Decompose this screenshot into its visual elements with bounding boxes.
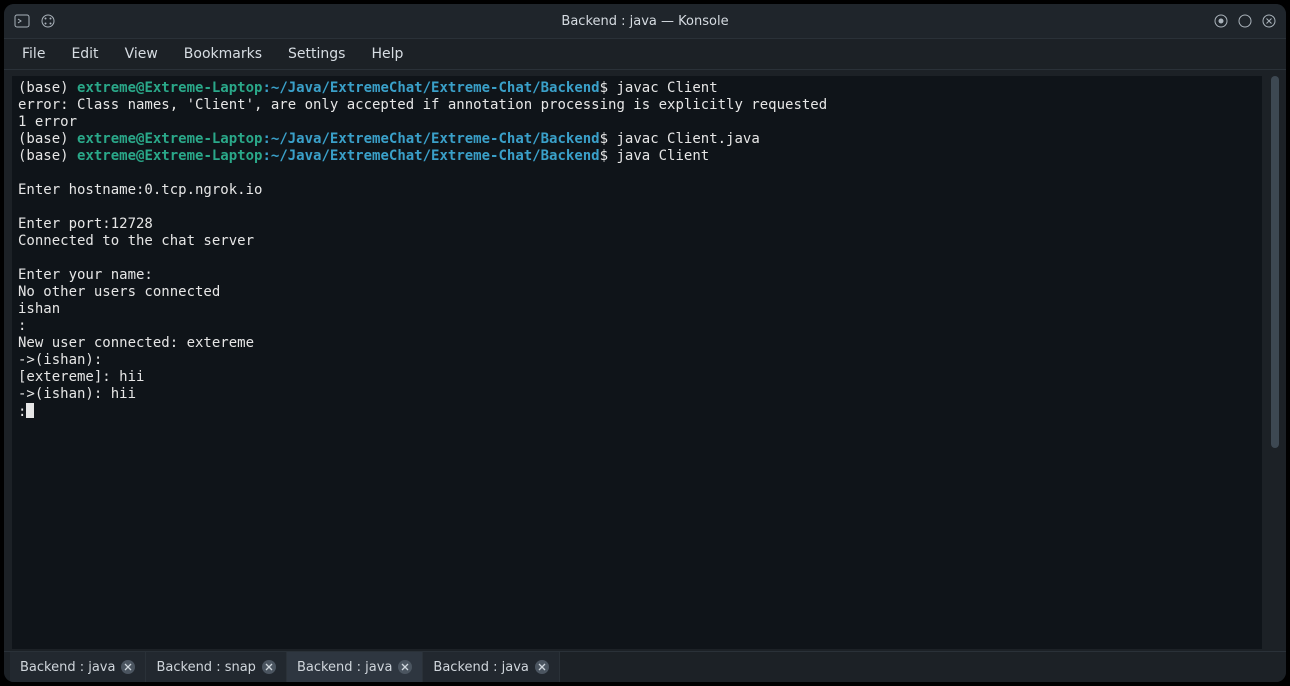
cmd1: javac Client [616,80,717,96]
window-title: Backend : java — Konsole [4,14,1286,29]
close-icon[interactable] [1262,14,1276,28]
prompt-colon: : [262,80,270,96]
titlebar[interactable]: Backend : java — Konsole [4,4,1286,39]
prompt-dollar2: $ [600,131,617,147]
tab-3[interactable]: Backend : java [287,652,423,682]
terminal-scrollbar[interactable] [1270,76,1280,649]
line-extmsg: [extereme]: hii [18,369,144,385]
line-noother: No other users connected [18,284,220,300]
prompt-base2: (base) [18,131,77,147]
line-ishprompt: ->(ishan): [18,352,102,368]
prompt-dollar: $ [600,80,617,96]
tab-1-close-icon[interactable] [121,660,135,674]
menu-view[interactable]: View [125,46,158,62]
prompt-base3: (base) [18,148,77,164]
maximize-icon[interactable] [1238,14,1252,28]
menubar: File Edit View Bookmarks Settings Help [4,39,1286,70]
prompt-path: ~/Java/ExtremeChat/Extreme-Chat/Backend [271,80,600,96]
tab-1-label: Backend : java [20,660,115,675]
tab-2-label: Backend : snap [156,660,255,675]
tab-2-close-icon[interactable] [262,660,276,674]
line-name: Enter your name: [18,267,153,283]
line-cursor-prefix: : [18,404,26,420]
menu-help[interactable]: Help [371,46,403,62]
prompt-user2: extreme@Extreme-Laptop [77,131,262,147]
line-colon: : [18,318,26,334]
line-port: Enter port:12728 [18,216,153,232]
app-menu-icon[interactable] [14,13,30,29]
prompt-path3: ~/Java/ExtremeChat/Extreme-Chat/Backend [271,148,600,164]
tab-3-label: Backend : java [297,660,392,675]
minimize-icon[interactable] [1214,14,1228,28]
line-ishmsg: ->(ishan): hii [18,386,136,402]
scrollbar-thumb[interactable] [1271,76,1279,448]
cmd3: java Client [616,148,709,164]
prompt-user3: extreme@Extreme-Laptop [77,148,262,164]
prompt-dollar3: $ [600,148,617,164]
menu-edit[interactable]: Edit [71,46,98,62]
prompt-base: (base) [18,80,77,96]
tab-3-close-icon[interactable] [398,660,412,674]
err1: error: Class names, 'Client', are only a… [18,97,827,113]
new-frame-icon[interactable] [40,13,56,29]
tab-2[interactable]: Backend : snap [146,652,286,682]
tab-4[interactable]: Backend : java [423,652,559,682]
titlebar-right [1214,14,1276,28]
konsole-window: Backend : java — Konsole [4,4,1286,682]
titlebar-left [14,13,56,29]
terminal[interactable]: (base) extreme@Extreme-Laptop:~/Java/Ext… [12,76,1262,649]
prompt-colon3: : [262,148,270,164]
tab-4-close-icon[interactable] [535,660,549,674]
menu-file[interactable]: File [22,46,45,62]
cmd2: javac Client.java [616,131,759,147]
prompt-user: extreme@Extreme-Laptop [77,80,262,96]
prompt-path2: ~/Java/ExtremeChat/Extreme-Chat/Backend [271,131,600,147]
line-host: Enter hostname:0.tcp.ngrok.io [18,182,262,198]
tab-4-label: Backend : java [433,660,528,675]
line-newuser: New user connected: extereme [18,335,254,351]
prompt-colon2: : [262,131,270,147]
tab-1[interactable]: Backend : java [10,652,146,682]
menu-settings[interactable]: Settings [288,46,345,62]
err2: 1 error [18,114,77,130]
line-conn: Connected to the chat server [18,233,254,249]
line-ishan: ishan [18,301,60,317]
tabbar: Backend : java Backend : snap Backend : … [4,651,1286,682]
terminal-wrap: (base) extreme@Extreme-Laptop:~/Java/Ext… [4,70,1286,651]
menu-bookmarks[interactable]: Bookmarks [184,46,262,62]
terminal-cursor [26,403,34,418]
